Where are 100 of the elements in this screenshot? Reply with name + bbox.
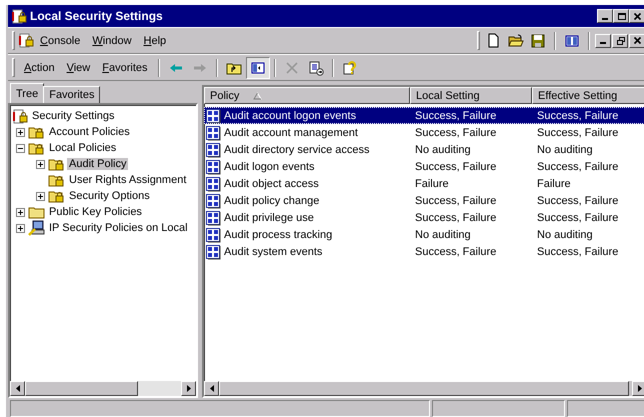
restore-button[interactable] xyxy=(612,34,628,48)
policy-icon xyxy=(205,176,222,192)
window-title: Local Security Settings xyxy=(30,9,164,23)
horizontal-scrollbar[interactable] xyxy=(10,381,196,396)
table-cell: Audit privilege use xyxy=(224,212,314,224)
close-button[interactable] xyxy=(629,9,644,23)
table-cell-text: Success, Failure xyxy=(414,160,498,172)
column-header[interactable]: Effective Setting xyxy=(532,87,644,104)
table-cell-text: Success, Failure xyxy=(536,246,618,258)
menu-item[interactable]: View xyxy=(60,60,96,76)
menu-item[interactable]: Help xyxy=(138,32,172,48)
table-cell-text: Success, Failure xyxy=(414,246,498,258)
sort-arrow-icon xyxy=(253,92,262,100)
list-row[interactable]: Audit policy change Success, Failure Success, Failure xyxy=(204,192,644,209)
expand-button[interactable] xyxy=(16,128,24,136)
table-cell: Audit account management xyxy=(224,126,358,138)
column-header[interactable]: Policy xyxy=(204,87,410,104)
tree-item[interactable]: IP Security Policies on Local xyxy=(47,222,190,234)
list-row[interactable]: Audit account logon events Success, Failure Success, Failure xyxy=(204,107,644,124)
list-row[interactable]: Audit privilege use Success, Failure Success, Failure xyxy=(204,209,644,226)
export-list-icon xyxy=(308,60,324,76)
document-lock-icon xyxy=(11,8,27,24)
tree-item[interactable]: Audit Policy xyxy=(67,158,128,170)
table-cell: Audit directory service access xyxy=(224,144,370,156)
tree-item[interactable]: Public Key Policies xyxy=(47,206,144,218)
table-cell-text: Success, Failure xyxy=(536,194,618,206)
expand-button[interactable] xyxy=(16,208,24,216)
computer-key-icon xyxy=(28,220,45,236)
menu-item[interactable]: Action xyxy=(18,60,61,76)
panes-icon xyxy=(564,32,580,48)
tree-item[interactable]: Local Policies xyxy=(47,142,118,154)
tree-item[interactable]: User Rights Assignment xyxy=(67,174,188,186)
expand-button[interactable] xyxy=(36,192,44,200)
list-row[interactable]: Audit process tracking No auditing No auditing xyxy=(204,226,644,243)
column-header[interactable]: Local Setting xyxy=(410,87,532,104)
table-cell: Audit object access xyxy=(224,178,319,190)
table-cell-text: Success, Failure xyxy=(536,212,618,224)
tree-item[interactable]: Security Settings xyxy=(30,110,117,122)
minimize-icon xyxy=(602,18,608,20)
list-row[interactable]: Audit logon events Success, Failure Success, Failure xyxy=(204,158,644,175)
table-cell-text: No auditing xyxy=(536,228,593,240)
panes-icon xyxy=(250,60,266,76)
list-row[interactable]: Audit directory service access No auditing No auditing xyxy=(204,141,644,158)
tab[interactable]: Favorites xyxy=(43,86,100,103)
table-cell: Audit account logon events xyxy=(224,110,356,122)
minimize-button[interactable] xyxy=(595,34,611,48)
table-cell-text: Success, Failure xyxy=(536,110,618,122)
folder-lock-icon xyxy=(48,157,65,171)
table-cell-text: Success, Failure xyxy=(414,212,498,224)
maximize-icon xyxy=(616,12,626,20)
table-cell: Audit logon events xyxy=(224,160,315,172)
expand-button[interactable] xyxy=(16,224,24,232)
save-icon xyxy=(530,32,546,48)
policy-icon xyxy=(205,192,222,208)
document-lock-icon xyxy=(18,33,34,48)
folder-lock-icon xyxy=(28,125,45,139)
policy-icon xyxy=(205,158,222,174)
close-icon xyxy=(632,12,642,20)
folder-icon xyxy=(28,205,45,219)
maximize-button[interactable] xyxy=(613,9,629,23)
list-row[interactable]: Audit account management Success, Failure Success, Failure xyxy=(204,124,644,141)
policy-icon xyxy=(205,142,222,158)
horizontal-scrollbar[interactable] xyxy=(204,381,644,396)
close-button[interactable] xyxy=(629,34,644,48)
table-cell-text: Failure xyxy=(414,178,450,190)
tab[interactable]: Tree xyxy=(10,83,44,103)
table-cell: Audit process tracking xyxy=(224,228,332,240)
policy-icon xyxy=(205,124,222,140)
collapse-button[interactable] xyxy=(16,144,24,152)
policy-icon xyxy=(205,226,222,242)
scroll-left-icon xyxy=(14,385,20,392)
table-cell-text: Success, Failure xyxy=(414,126,498,138)
scroll-right-icon xyxy=(636,385,642,392)
folder-lock-icon xyxy=(48,189,65,203)
menu-item[interactable]: Favorites xyxy=(96,60,154,76)
policy-icon xyxy=(205,244,222,260)
folder-lock-icon xyxy=(48,173,65,187)
table-cell-text: Success, Failure xyxy=(414,194,498,206)
table-cell-text: Success, Failure xyxy=(414,110,498,122)
scroll-right-icon xyxy=(186,385,192,392)
folder-lock-icon xyxy=(28,141,45,155)
tree-item[interactable]: Security Options xyxy=(67,190,152,202)
table-cell-text: Success, Failure xyxy=(536,126,618,138)
menu-item[interactable]: Console xyxy=(34,32,86,48)
expand-button[interactable] xyxy=(36,160,44,168)
policy-icon xyxy=(205,108,222,124)
policy-icon xyxy=(205,210,222,226)
restore-icon xyxy=(616,36,624,45)
minimize-button[interactable] xyxy=(597,9,613,23)
document-lock-icon xyxy=(12,108,28,124)
tree-item[interactable]: Account Policies xyxy=(47,126,132,138)
panes-button[interactable] xyxy=(246,56,270,78)
table-cell-text: No auditing xyxy=(536,144,593,156)
open-folder-icon xyxy=(508,32,524,48)
list-row[interactable]: Audit system events Success, Failure Success, Failure xyxy=(204,243,644,260)
help-icon xyxy=(342,60,358,76)
minimize-icon xyxy=(600,42,606,44)
menu-item[interactable]: Window xyxy=(86,32,138,48)
list-row[interactable]: Audit object access Failure Failure xyxy=(204,175,644,192)
close-icon xyxy=(632,36,642,45)
